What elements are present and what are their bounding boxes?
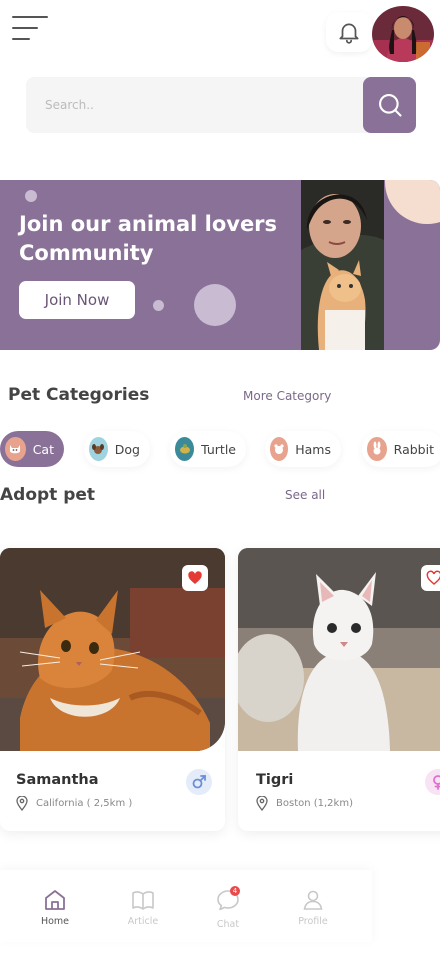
category-label: Hams: [295, 441, 331, 457]
decorative-dot: [153, 300, 164, 311]
rabbit-icon: [367, 437, 387, 461]
more-category-link[interactable]: More Category: [243, 389, 331, 403]
home-icon: [45, 890, 65, 910]
nav-label: Article: [127, 916, 159, 927]
heart-filled-icon: [188, 571, 202, 584]
chat-badge: 4: [230, 886, 240, 896]
search-bar: [26, 77, 416, 133]
location-pin-icon: [16, 796, 28, 811]
category-chip-hams[interactable]: Hams: [265, 431, 341, 467]
bell-icon: [339, 23, 359, 44]
decorative-circle: [385, 180, 440, 224]
pet-name: Tigri: [256, 772, 294, 788]
pet-photo: [238, 548, 440, 751]
hamster-icon: [270, 437, 289, 461]
categories-title: Pet Categories: [8, 385, 150, 405]
decorative-dot: [194, 284, 236, 326]
location-pin-icon: [256, 796, 268, 811]
nav-home[interactable]: Home: [25, 888, 85, 927]
female-icon: [433, 775, 440, 790]
nav-chat[interactable]: 4 Chat: [198, 886, 258, 930]
category-chip-rabbit[interactable]: Rabbit: [362, 431, 440, 467]
decorative-dot: [25, 190, 37, 202]
banner-title: Join our animal lovers Community: [19, 212, 278, 265]
nav-label: Profile: [298, 916, 328, 927]
category-label: Dog: [114, 441, 140, 457]
nav-profile[interactable]: Profile: [283, 888, 343, 927]
bottom-navigation: Home Article 4 Chat Profile: [0, 870, 372, 942]
join-now-button[interactable]: Join Now: [19, 281, 135, 319]
category-label: Cat: [32, 441, 54, 457]
search-input[interactable]: [26, 77, 363, 133]
see-all-link[interactable]: See all: [285, 488, 325, 502]
favorite-button[interactable]: [182, 565, 208, 591]
search-icon: [378, 94, 402, 117]
heart-outline-icon: [426, 570, 440, 585]
category-chip-dog[interactable]: Dog: [84, 431, 150, 467]
pet-location: Boston (1,2km): [256, 796, 353, 811]
banner-photo: [301, 180, 384, 350]
dog-icon: [89, 437, 108, 461]
male-icon: [192, 775, 206, 789]
category-chip-turtle[interactable]: Turtle: [170, 431, 246, 467]
pet-location-text: California ( 2,5km ): [36, 798, 133, 809]
nav-label: Home: [40, 916, 70, 927]
category-label: Turtle: [201, 441, 236, 457]
profile-icon: [303, 890, 323, 910]
nav-label: Chat: [216, 919, 240, 930]
notification-button[interactable]: [326, 12, 372, 52]
pet-name: Samantha: [16, 772, 99, 788]
book-icon: [132, 891, 154, 910]
category-chip-cat[interactable]: Cat: [0, 431, 64, 467]
nav-article[interactable]: Article: [113, 888, 173, 927]
adopt-pet-title: Adopt pet: [0, 485, 96, 505]
community-banner: Join our animal lovers Community Join No…: [0, 180, 440, 350]
category-label: Rabbit: [393, 441, 434, 457]
pet-location: California ( 2,5km ): [16, 796, 132, 811]
hamburger-menu-icon[interactable]: [12, 14, 50, 42]
favorite-button[interactable]: [421, 565, 440, 591]
search-button[interactable]: [363, 77, 416, 133]
cat-icon: [5, 437, 26, 461]
avatar[interactable]: [372, 6, 434, 62]
pet-location-text: Boston (1,2km): [276, 798, 353, 809]
turtle-icon: [175, 437, 195, 461]
pet-card[interactable]: Tigri Boston (1,2km): [238, 548, 440, 831]
gender-badge-male: [186, 769, 212, 795]
